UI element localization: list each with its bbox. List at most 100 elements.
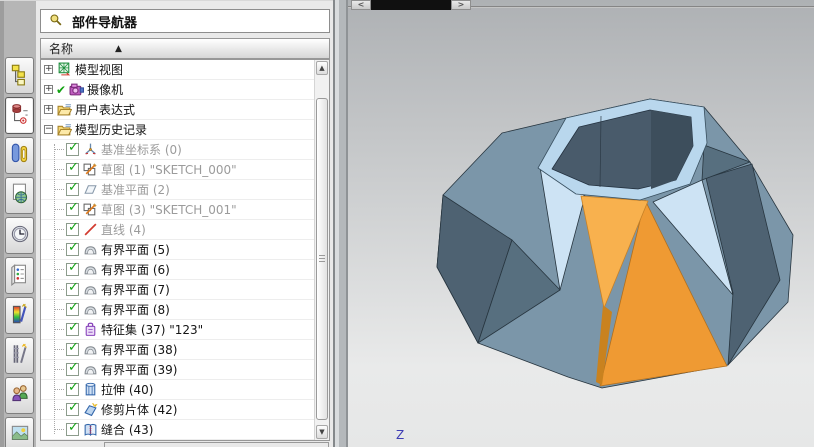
tree-connector [55,229,64,230]
roles-icon [10,382,30,410]
checkbox[interactable]: ✓ [66,380,79,396]
scroll-down-icon[interactable]: ▼ [316,425,328,439]
part-navigator-panel: 部件导航器 名称 ▲ + 模型视图 + ✔ 摄像机 + 用户表达式 − 模型历史记录 ✓ 基准坐标系… [36,0,333,447]
resource-bar-tabs [5,57,35,447]
bounded-plane-icon [83,282,98,297]
tab-visualization-tools[interactable] [5,337,34,374]
plane-icon [83,182,98,197]
tab-roles[interactable] [5,377,34,414]
tree-row-label: 基准坐标系 (0) [101,143,182,157]
history-icon [10,222,30,250]
panel-title: 部件导航器 [72,15,138,31]
checkbox[interactable]: ✓ [66,240,79,256]
expander-minus-icon[interactable]: − [44,125,53,134]
tree-row[interactable]: + ✔ 摄像机 [41,80,314,100]
folder-icon [57,122,73,137]
expander-plus-icon[interactable]: + [44,85,53,94]
tree-row[interactable]: ✓ 有界平面 (6) [41,260,314,280]
checkbox[interactable]: ✓ [66,180,79,196]
tree-row[interactable]: + 用户表达式 [41,100,314,120]
3d-model[interactable] [348,0,814,447]
tab-palette[interactable] [5,257,34,294]
expander-plus-icon[interactable]: + [44,65,53,74]
tab-assembly-navigator[interactable] [5,57,34,94]
tree-row-label: 特征集 (37) "123" [101,323,204,337]
checkbox[interactable]: ✓ [66,340,79,356]
tree-row[interactable]: − 模型历史记录 [41,120,314,140]
tree-row[interactable]: + 模型视图 [41,60,314,80]
tree-row[interactable]: ✓ 基准平面 (2) [41,180,314,200]
tree-row[interactable]: ✓ 特征集 (37) "123" [41,320,314,340]
bounded-plane-icon [83,262,98,277]
tree-row[interactable]: ✓ 修剪片体 (42) [41,400,314,420]
checkbox[interactable]: ✓ [66,360,79,376]
checkbox[interactable]: ✓ [66,420,79,436]
check-icon: ✔ [56,82,67,97]
tree-scrollbar[interactable]: ▲ ▼ [314,60,329,440]
assembly-navigator-icon [10,62,30,90]
tree-row[interactable]: ✓ 有界平面 (8) [41,300,314,320]
checkbox[interactable]: ✓ [66,260,79,276]
checkbox[interactable]: ✓ [66,300,79,316]
scroll-up-icon[interactable]: ▲ [316,61,328,75]
tree-row-label: 修剪片体 (42) [101,403,178,417]
tree-row[interactable]: ✓ 草图 (1) "SKETCH_000" [41,160,314,180]
tab-part-navigator[interactable] [5,97,34,134]
tree-connector [55,289,64,290]
tree-row[interactable]: ✓ 基准坐标系 (0) [41,140,314,160]
materials-icon [10,302,30,330]
scrollbar-thumb[interactable] [316,98,328,420]
checkbox[interactable]: ✓ [66,320,79,336]
checkbox[interactable]: ✓ [66,160,79,176]
sort-ascending-icon[interactable]: ▲ [115,44,122,54]
tree-connector [55,249,64,250]
csys-icon [83,142,98,157]
tab-materials[interactable] [5,297,34,334]
tree-row[interactable]: ✓ 有界平面 (5) [41,240,314,260]
tree-row[interactable]: ✓ 直线 (4) [41,220,314,240]
bounded-plane-icon [83,242,98,257]
tree-connector [55,349,64,350]
navigator-pin-icon[interactable] [48,12,63,31]
extrude-icon [83,382,98,397]
graphics-viewport[interactable]: < > Z [348,0,814,447]
application-window: 部件导航器 名称 ▲ + 模型视图 + ✔ 摄像机 + 用户表达式 − 模型历史记录 ✓ 基准坐标系… [0,0,814,447]
tab-history[interactable] [5,217,34,254]
column-header-label: 名称 [49,42,74,56]
part-navigator-icon [10,102,30,130]
tree-row-label: 用户表达式 [75,103,136,117]
tree-row-label: 拉伸 (40) [101,383,154,397]
tree-row-label: 缝合 (43) [101,423,154,437]
checkbox[interactable]: ✓ [66,400,79,416]
checkbox[interactable]: ✓ [66,140,79,156]
scrollbar-grip [319,255,325,262]
tree-row-label: 摄像机 [87,83,124,97]
resource-bar [0,0,36,447]
tree-row[interactable]: ✓ 有界平面 (38) [41,340,314,360]
tab-scene[interactable] [5,417,34,447]
model-views-icon [57,62,72,77]
checkbox[interactable]: ✓ [66,200,79,216]
tree-connector [55,269,64,270]
bounded-plane-icon [83,362,98,377]
checkbox[interactable]: ✓ [66,280,79,296]
tab-web-browser[interactable] [5,177,34,214]
tree-row-label: 有界平面 (8) [101,303,170,317]
tree-row[interactable]: ✓ 有界平面 (7) [41,280,314,300]
checkbox[interactable]: ✓ [66,220,79,236]
tree-row-label: 有界平面 (5) [101,243,170,257]
tree-connector [55,409,64,410]
tab-constraint-navigator[interactable] [5,137,34,174]
tree-row[interactable]: ✓ 有界平面 (39) [41,360,314,380]
tree-row-label: 草图 (3) "SKETCH_001" [101,203,237,217]
column-header[interactable]: 名称 ▲ [40,38,330,59]
tree-connector [55,369,64,370]
sketch-icon [83,162,98,177]
tree-row-label: 有界平面 (38) [101,343,178,357]
panel-splitter[interactable] [333,0,348,447]
expander-plus-icon[interactable]: + [44,105,53,114]
tree-row[interactable]: ✓ 草图 (3) "SKETCH_001" [41,200,314,220]
tree-row-label: 模型历史记录 [75,123,148,137]
tree-row[interactable]: ✓ 缝合 (43) [41,420,314,440]
tree-row[interactable]: ✓ 拉伸 (40) [41,380,314,400]
